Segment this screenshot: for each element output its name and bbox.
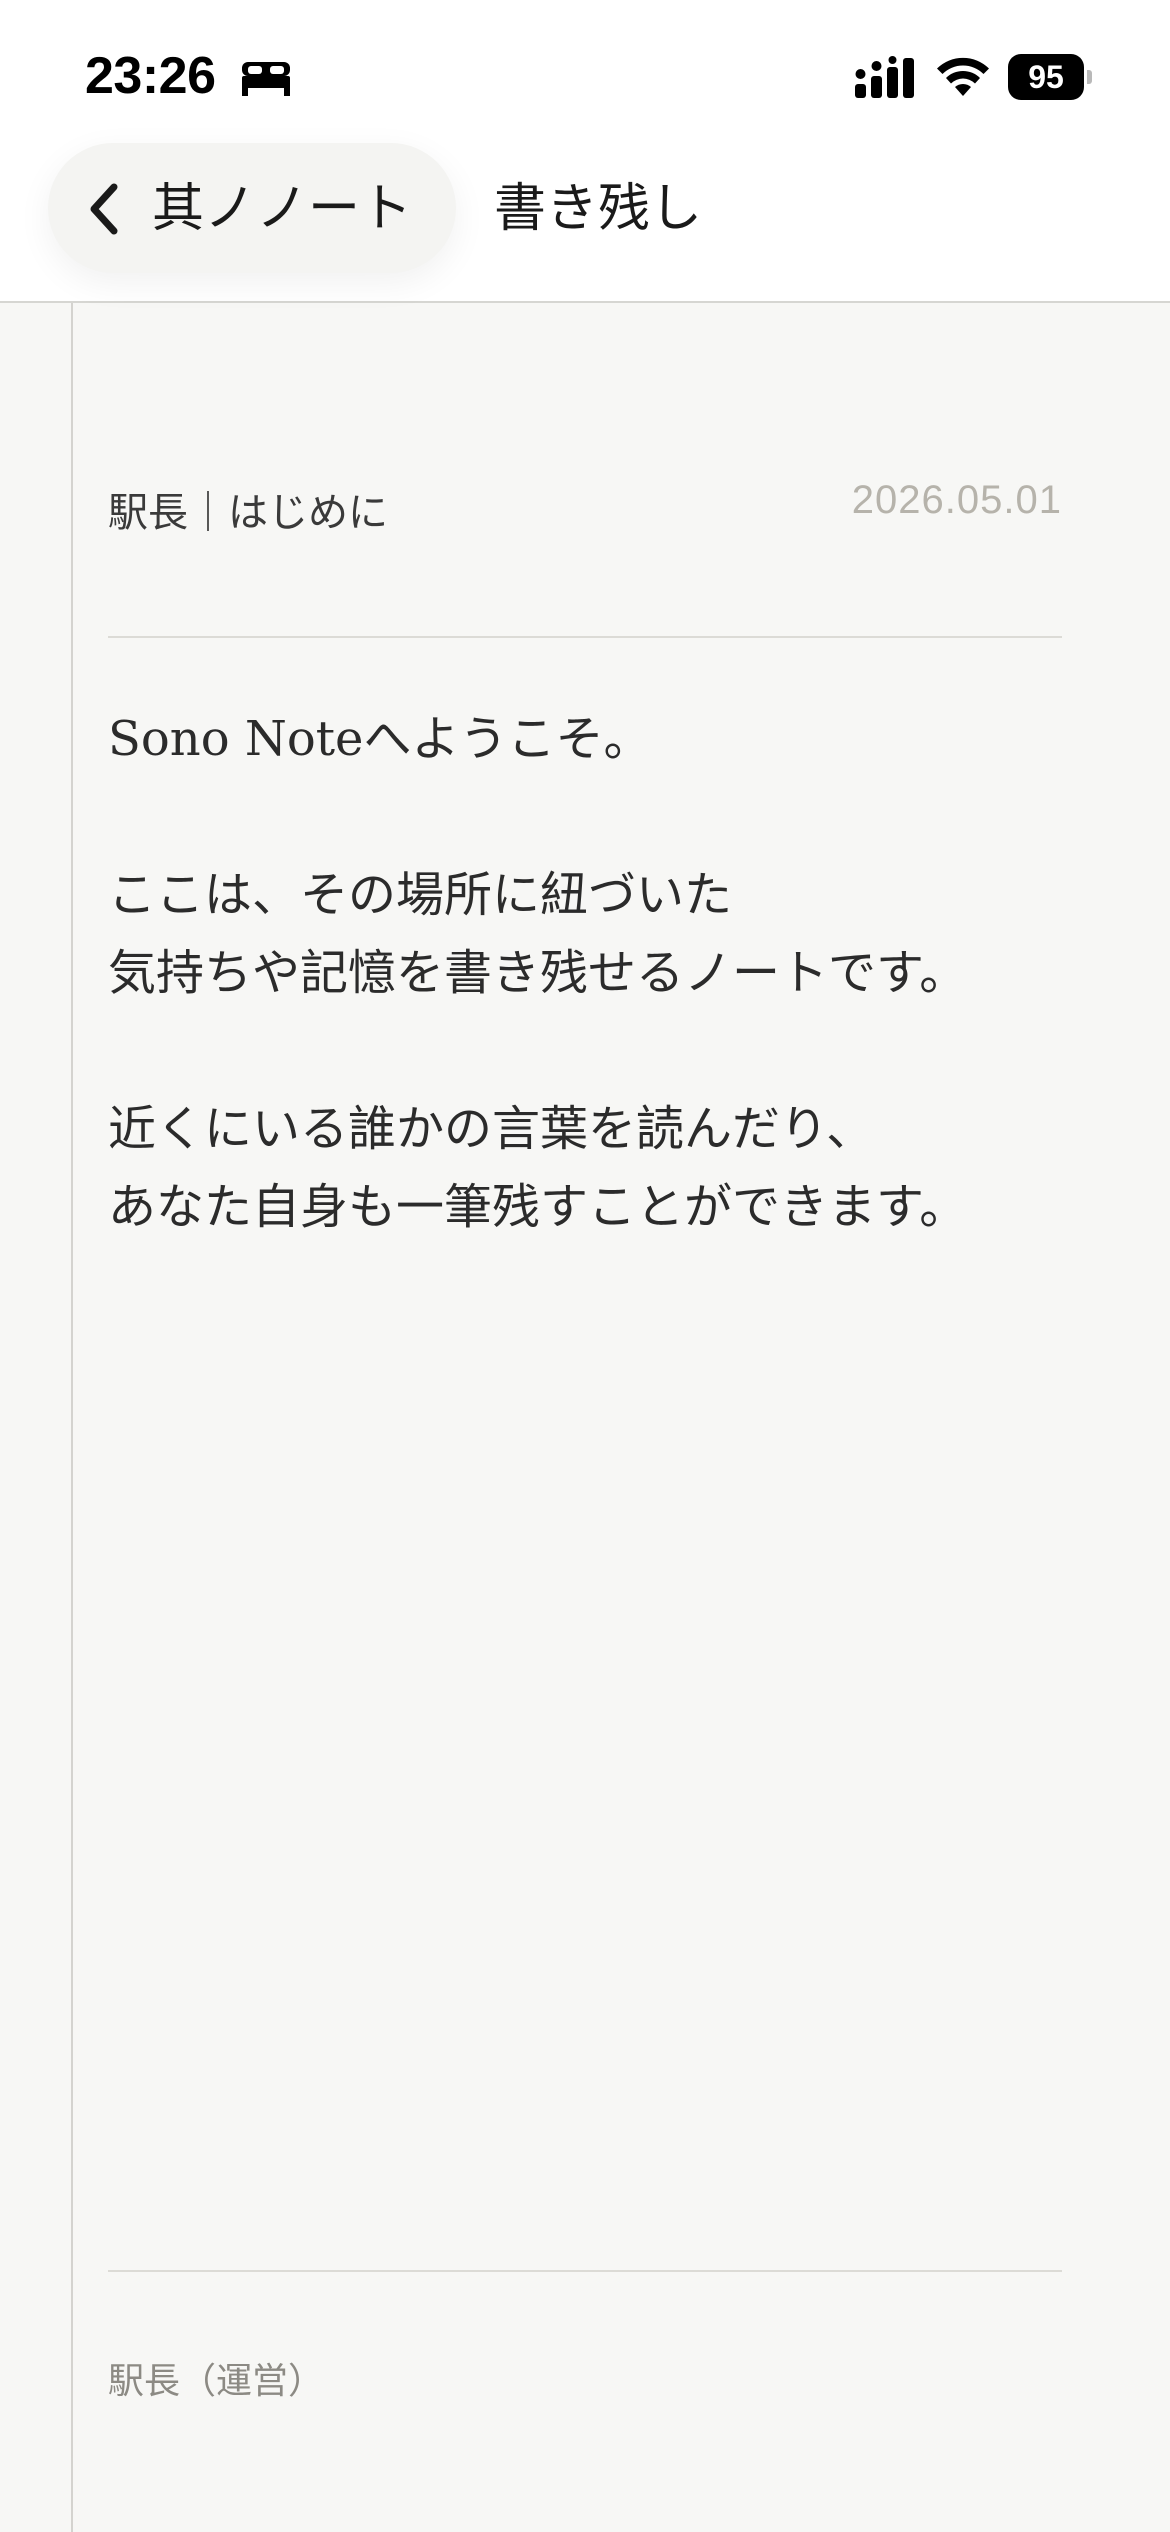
- footer-divider: [108, 2270, 1062, 2272]
- battery-cap: [1087, 70, 1092, 84]
- notebook-margin-line: [71, 303, 73, 2532]
- bed-icon: [242, 62, 290, 96]
- navigation-bar: 其ノノート 書き残し: [0, 140, 1170, 303]
- back-button[interactable]: 其ノノート: [48, 143, 456, 273]
- battery-indicator: 95: [1008, 54, 1092, 100]
- note-signature: 駅長（運営）: [108, 2361, 325, 2402]
- status-bar: 23:26 95: [0, 0, 1170, 140]
- note-paragraph: Sono Noteへようこそ。: [108, 711, 652, 767]
- page-title: 書き残し: [494, 179, 703, 239]
- note-paragraph: ここは、その場所に紐づいた 気持ちや記憶を書き残せるノートです。: [108, 867, 968, 1001]
- chevron-left-icon: [90, 183, 118, 235]
- status-time: 23:26: [85, 47, 216, 105]
- wifi-icon: [937, 57, 989, 96]
- note-author-heading: 駅長｜はじめに: [108, 490, 388, 536]
- header-divider: [108, 636, 1062, 638]
- battery-level: 95: [1008, 54, 1084, 100]
- note-date: 2026.05.01: [851, 478, 1062, 522]
- note-body: Sono Noteへようこそ。 ここは、その場所に紐づいた 気持ちや記憶を書き残…: [108, 700, 1068, 1324]
- cellular-signal-icon: [855, 56, 914, 98]
- back-button-label: 其ノノート: [152, 179, 413, 239]
- note-paragraph: 近くにいる誰かの言葉を読んだり、 あなた自身も一筆残すことができます。: [108, 1101, 968, 1235]
- note-detail-screen: 23:26 95 其ノノート 書き残し 駅長｜はじめに 2026.05.01 S…: [0, 0, 1170, 2532]
